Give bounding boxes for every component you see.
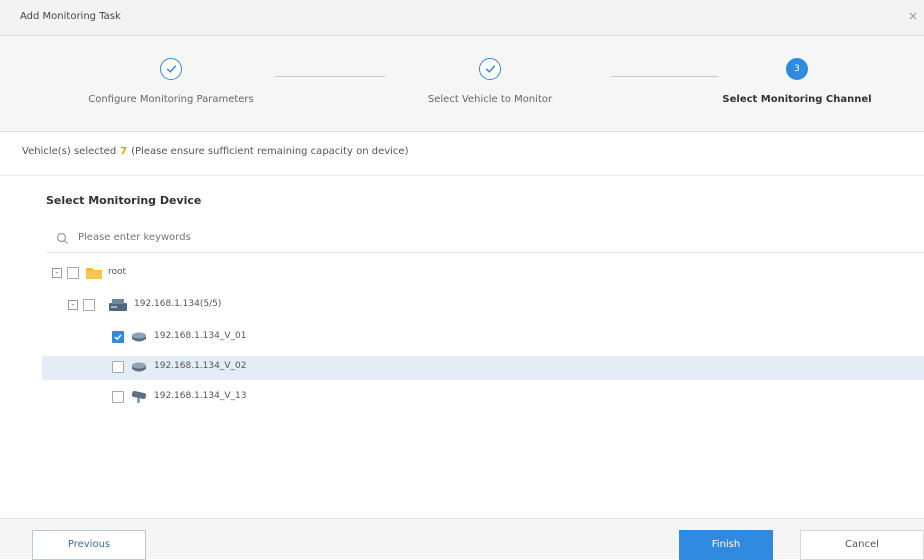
step-select-channel: 3 Select Monitoring Channel — [687, 58, 907, 105]
step-connector — [275, 76, 385, 77]
wizard-steps: Configure Monitoring Parameters Select V… — [0, 36, 924, 132]
tree-node-label: 192.168.1.134_V_01 — [154, 331, 247, 341]
step-select-vehicle: Select Vehicle to Monitor — [380, 58, 600, 105]
vehicle-count: 7 — [120, 146, 128, 157]
step-label: Select Vehicle to Monitor — [427, 94, 553, 105]
step-label: Configure Monitoring Parameters — [88, 94, 254, 105]
tree-node-channel[interactable]: 192.168.1.134_V_01 — [42, 326, 924, 350]
nvr-device-icon — [108, 297, 128, 316]
bullet-camera-icon — [130, 389, 150, 408]
tree-node-root[interactable]: - root — [42, 262, 924, 286]
tree-node-label: 192.168.1.134(5/5) — [134, 299, 222, 309]
step-number-badge: 3 — [786, 58, 808, 80]
checkbox-channel-checked[interactable] — [112, 331, 124, 343]
info-prefix: Vehicle(s) selected — [22, 146, 117, 157]
collapse-toggle[interactable]: - — [68, 300, 78, 310]
step-configure-parameters: Configure Monitoring Parameters — [61, 58, 281, 105]
checkbox-channel[interactable] — [112, 361, 124, 373]
tree-node-label: 192.168.1.134_V_13 — [154, 391, 247, 401]
checkbox-channel[interactable] — [112, 391, 124, 403]
tree-node-label: root — [108, 267, 127, 277]
info-note: (Please ensure sufficient remaining capa… — [131, 146, 409, 157]
checkbox-root[interactable] — [67, 267, 79, 279]
checkbox-device[interactable] — [83, 299, 95, 311]
search-icon — [56, 232, 69, 248]
cancel-button[interactable]: Cancel — [800, 530, 924, 560]
check-icon — [479, 58, 501, 80]
section-title: Select Monitoring Device — [46, 194, 202, 207]
dialog-footer: Previous Finish Cancel — [0, 518, 924, 560]
close-icon[interactable]: × — [908, 9, 918, 23]
previous-button[interactable]: Previous — [32, 530, 146, 560]
tree-node-channel-selected[interactable]: 192.168.1.134_V_02 — [42, 356, 924, 380]
dialog-title: Add Monitoring Task — [20, 11, 121, 22]
selection-info-bar: Vehicle(s) selected 7 (Please ensure suffi… — [0, 132, 924, 176]
dome-camera-icon — [130, 359, 148, 378]
dialog-titlebar: Add Monitoring Task × — [0, 0, 924, 36]
selection-info: Vehicle(s) selected 7 (Please ensure suffi… — [22, 146, 408, 157]
dome-camera-icon — [130, 329, 148, 348]
add-monitoring-task-dialog: Add Monitoring Task × Configure Monitori… — [0, 0, 924, 560]
tree-node-device[interactable]: - 192.168.1.134(5/5) — [42, 294, 924, 318]
collapse-toggle[interactable]: - — [52, 268, 62, 278]
search-input[interactable] — [76, 231, 480, 244]
search-bar — [46, 228, 924, 253]
check-icon — [160, 58, 182, 80]
tree-node-channel[interactable]: 192.168.1.134_V_13 — [42, 386, 924, 410]
folder-icon — [85, 265, 103, 283]
step-label: Select Monitoring Channel — [722, 94, 872, 105]
tree-node-label: 192.168.1.134_V_02 — [154, 361, 247, 371]
finish-button[interactable]: Finish — [679, 530, 773, 560]
